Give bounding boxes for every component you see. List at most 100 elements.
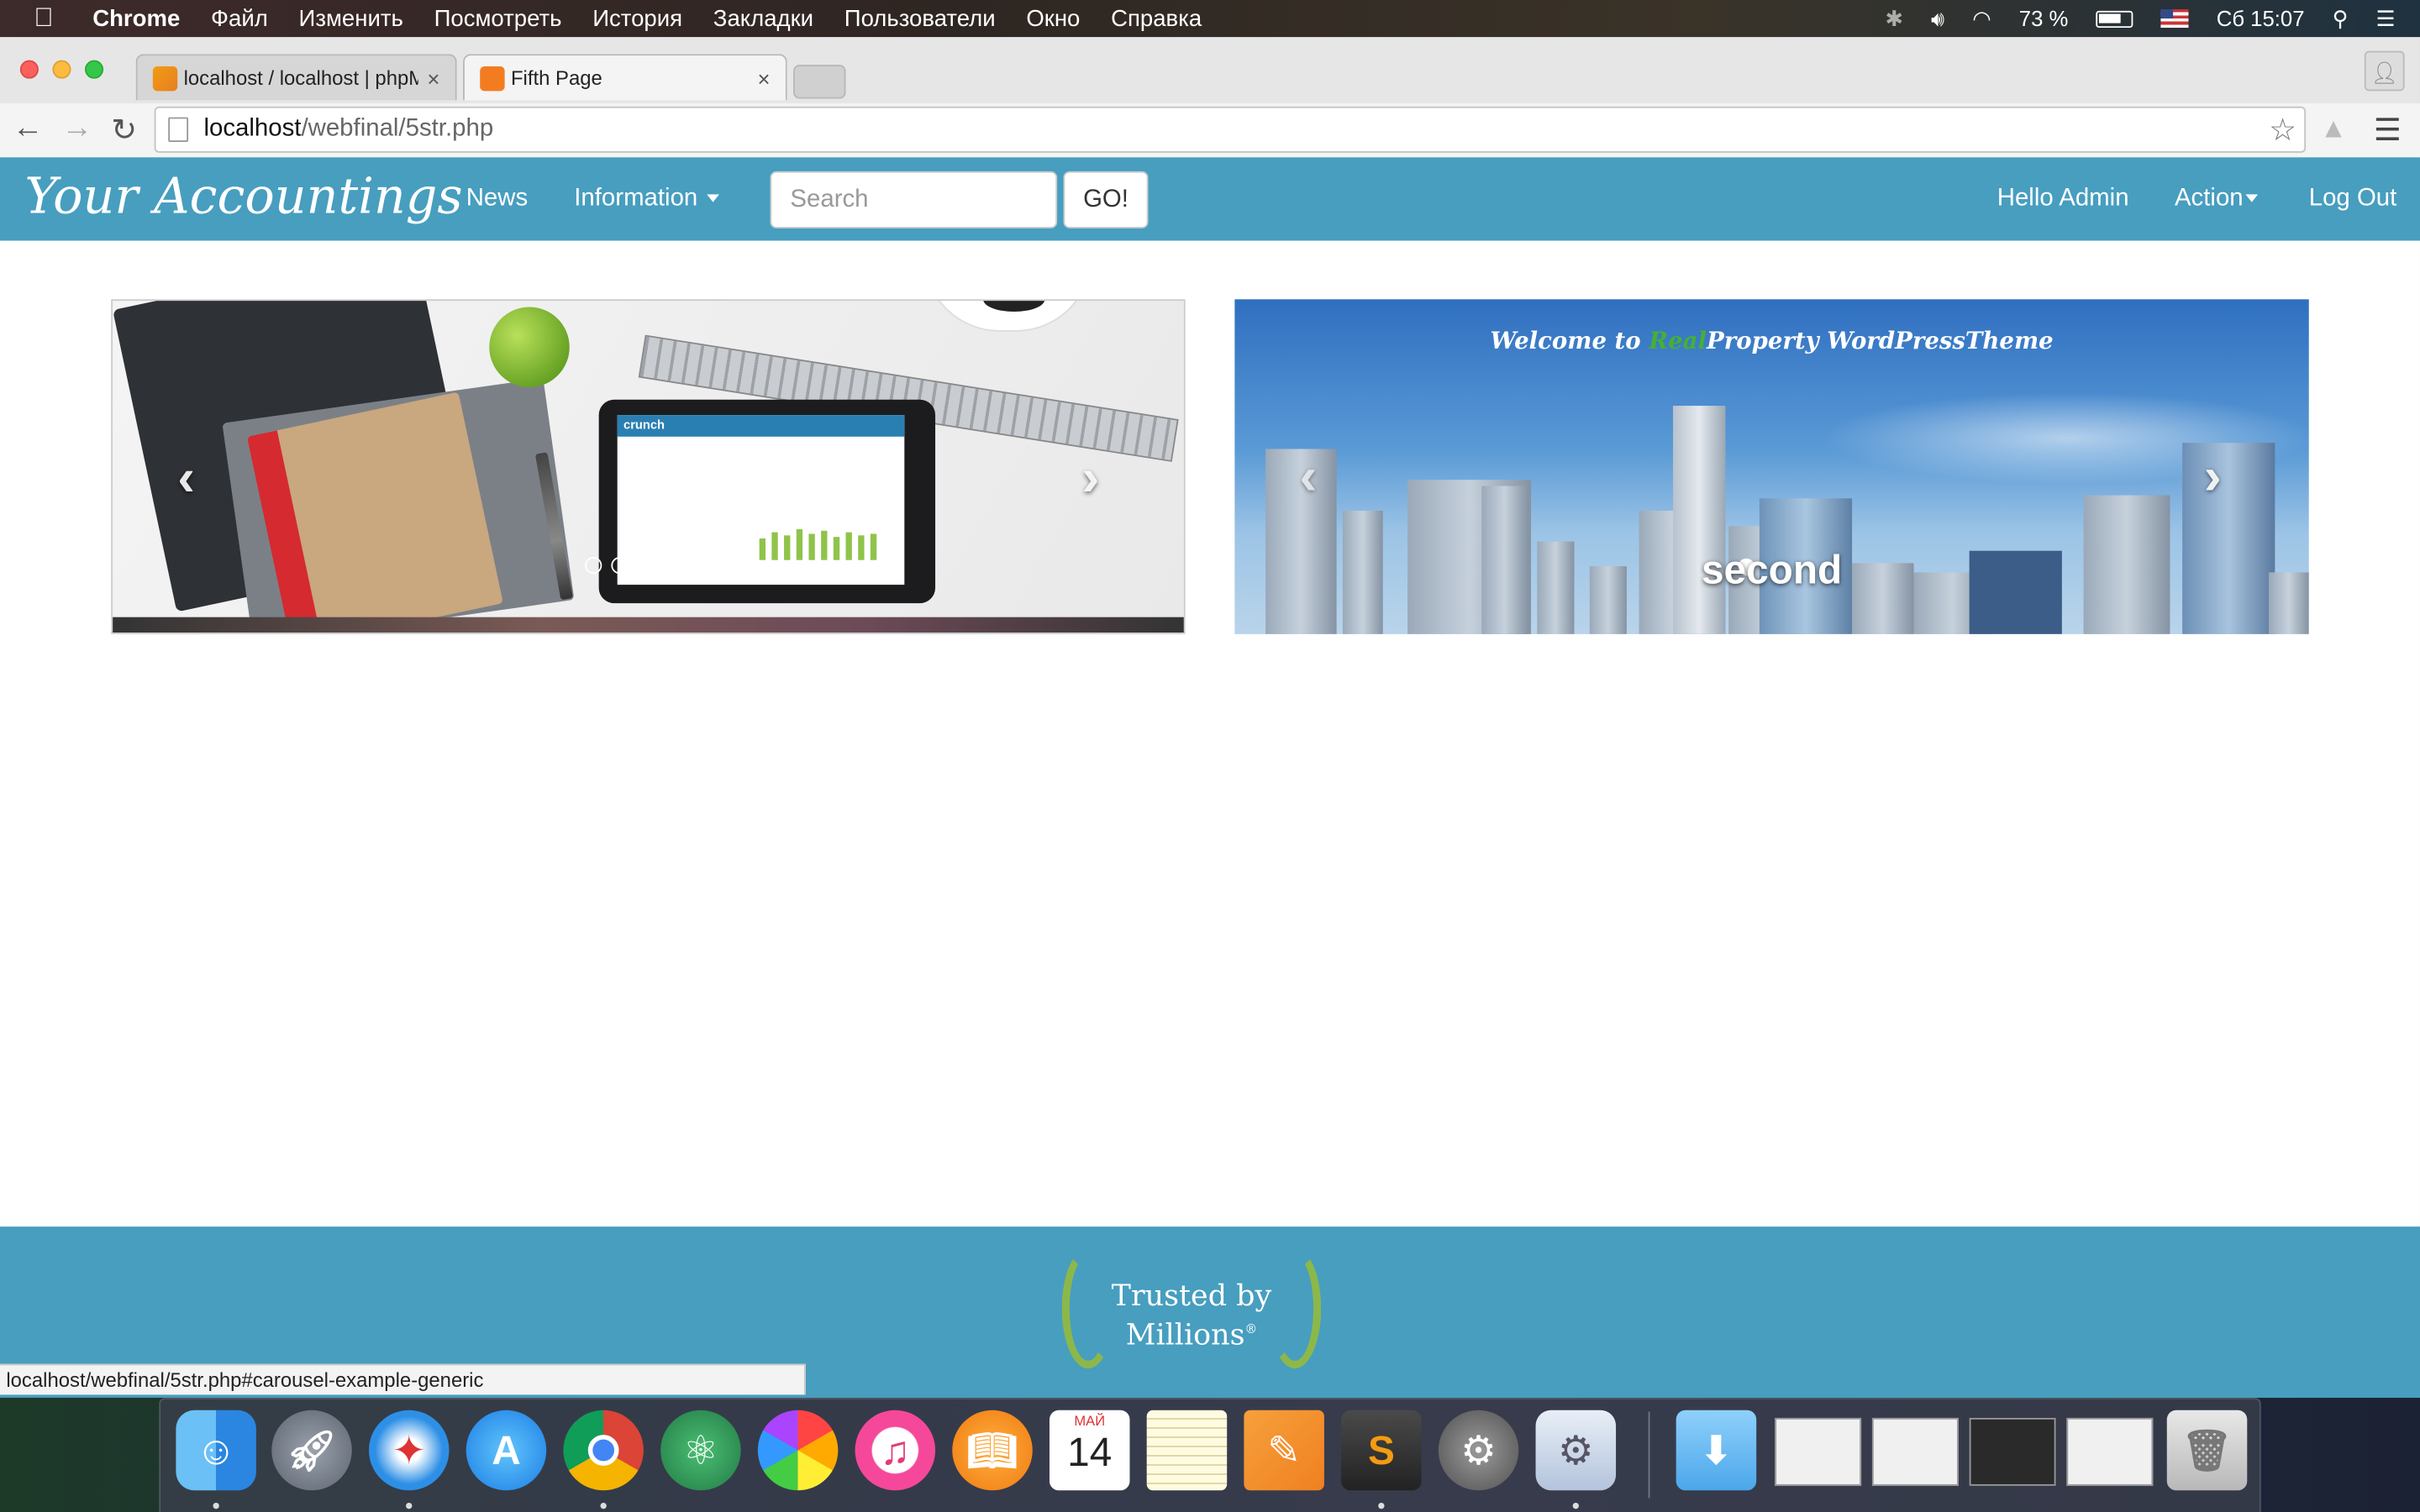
forward-arrow-icon[interactable]: → [61,111,92,146]
tab-close-icon[interactable]: × [757,66,770,90]
battery-icon[interactable] [2096,9,2133,28]
bookmark-star-icon[interactable]: ☆ [2269,111,2296,150]
zoom-window-button[interactable] [85,60,104,79]
spotlight-search-icon[interactable]: ⚲ [2333,5,2349,31]
reload-icon[interactable]: ↻ [111,111,137,150]
chrome-menu-icon[interactable]: ☰ [2374,111,2402,150]
nav-information-dropdown[interactable]: Information [574,185,720,213]
menu-view[interactable]: Посмотреть [434,5,562,31]
minimize-window-button[interactable] [52,60,71,79]
app-store-icon[interactable]: A [466,1410,547,1491]
tab-fifth-page[interactable]: Fifth Page × [463,54,787,101]
phpmyadmin-favicon-icon [152,66,178,91]
extension-icon[interactable]: ▲ [2320,113,2348,145]
system-preferences-icon[interactable]: ⚙ [1438,1410,1519,1491]
tab-title: localhost / localhost | phpMyAdmin [183,66,418,90]
menu-users[interactable]: Пользователи [844,5,996,31]
settings-app-icon[interactable]: ⚙ [1535,1410,1617,1491]
pages-icon[interactable]: ✎ [1244,1410,1324,1491]
menu-window[interactable]: Окно [1026,5,1080,31]
caret-down-icon [2246,194,2259,203]
back-arrow-icon[interactable]: ← [13,111,44,146]
minimized-window-thumbnail[interactable] [1871,1417,1959,1486]
menu-bookmarks[interactable]: Закладки [713,5,813,31]
bluetooth-icon[interactable]: ✱ [1885,5,1903,31]
nav-news[interactable]: News [466,185,528,213]
sublime-text-icon[interactable]: S [1341,1410,1422,1491]
registered-mark: ® [1244,1322,1258,1336]
menu-clock[interactable]: Сб 15:07 [2217,6,2305,30]
search-input[interactable]: Search [770,171,1058,228]
apple-image [489,307,570,388]
wifi-icon[interactable]: ◠ [1972,5,1991,31]
carousel-indicator-active[interactable] [637,555,658,576]
dock: ☺ 🚀︎ ✦ A ⚛ ♫ 📖︎ МАЙ 14 ✎ S ⚙ ⚙ ⬇ 🗑︎ [159,1398,2261,1512]
menu-edit[interactable]: Изменить [299,5,403,31]
downloads-folder-icon[interactable]: ⬇ [1676,1410,1757,1491]
carousel-caption: second [1701,546,1843,593]
caret-down-icon [707,194,720,203]
page-icon [168,117,189,142]
tab-phpmyadmin[interactable]: localhost / localhost | phpMyAdmin × [135,54,457,101]
minimized-window-thumbnail[interactable] [1775,1417,1862,1486]
finder-icon[interactable]: ☺ [176,1410,256,1491]
menu-app-name[interactable]: Chrome [92,5,180,31]
carousel-indicator[interactable] [585,557,602,575]
nav-information-label: Information [574,185,698,212]
go-button[interactable]: GO! [1063,171,1149,228]
address-path: /webfinal/5str.php [301,115,494,142]
profile-icon[interactable]: 👤︎ [2364,50,2405,92]
trusted-by-millions-badge: Trusted by Millions® [1059,1245,1324,1374]
carousel-next-icon[interactable]: › [2204,448,2222,508]
trusted-line2: Millions [1125,1318,1245,1352]
address-host: localhost [203,115,302,142]
nav-hello-admin[interactable]: Hello Admin [1997,185,2129,213]
nav-action-dropdown[interactable]: Action [2175,185,2259,213]
launchpad-icon[interactable]: 🚀︎ [271,1410,352,1491]
photos-icon[interactable] [757,1410,839,1491]
minimized-window-thumbnail[interactable] [1969,1417,2056,1486]
nav-logout[interactable]: Log Out [2309,185,2397,213]
volume-icon[interactable]: 🔊︎ [1931,5,1944,31]
ibooks-icon[interactable]: 📖︎ [952,1410,1033,1491]
menu-bar:  Chrome Файл Изменить Посмотреть Истори… [0,0,2420,38]
carousel-left: crunch ‹ › [111,299,1186,634]
menu-help[interactable]: Справка [1111,5,1202,31]
menu-file[interactable]: Файл [211,5,268,31]
carousel-indicator[interactable] [611,557,629,575]
welcome-banner: Welcome to RealProperty WordPressTheme [1490,327,2054,355]
menu-history[interactable]: История [592,5,682,31]
carousel-prev-icon[interactable]: ‹ [177,449,195,509]
new-tab-button[interactable] [793,65,846,99]
minimized-window-thumbnail[interactable] [2066,1417,2154,1486]
address-bar[interactable]: localhost/webfinal/5str.php ☆ [154,106,2307,153]
apple-icon[interactable]:  [34,3,65,34]
carousel-right: Welcome to RealProperty WordPressTheme s… [1234,299,2309,634]
input-source-flag-icon[interactable] [2160,9,2189,29]
site-navbar: Your Accountings News Information Search… [0,157,2420,241]
tablet-brand: crunch [623,417,666,433]
tab-close-icon[interactable]: × [427,66,439,90]
calendar-icon[interactable]: МАЙ 14 [1049,1410,1130,1491]
battery-percent[interactable]: 73 % [2019,6,2069,30]
trash-icon[interactable]: 🗑︎ [2166,1410,2248,1491]
browser-toolbar: ← → ↻ localhost/webfinal/5str.php ☆ ▲ ☰ [0,103,2420,158]
close-window-button[interactable] [19,60,39,79]
atom-editor-icon[interactable]: ⚛ [660,1410,741,1491]
web-page: Your Accountings News Information Search… [0,157,2420,1399]
carousel-prev-icon[interactable]: ‹ [1300,448,1318,508]
tab-title: Fifth Page [510,66,602,90]
chrome-icon[interactable] [563,1410,644,1491]
notes-icon[interactable] [1146,1410,1228,1491]
browser-chrome: localhost / localhost | phpMyAdmin × Fif… [0,37,2420,158]
nav-action-label: Action [2174,185,2244,212]
xampp-favicon-icon [480,66,505,91]
carousel-indicator[interactable] [692,557,710,575]
safari-icon[interactable]: ✦ [368,1410,450,1491]
notification-center-icon[interactable]: ☰ [2376,5,2396,31]
itunes-icon[interactable]: ♫ [855,1410,936,1491]
carousel-indicator[interactable] [666,557,684,575]
site-brand[interactable]: Your Accountings [24,166,462,225]
next-slide-strip [113,617,1184,633]
carousel-next-icon[interactable]: › [1082,449,1100,509]
